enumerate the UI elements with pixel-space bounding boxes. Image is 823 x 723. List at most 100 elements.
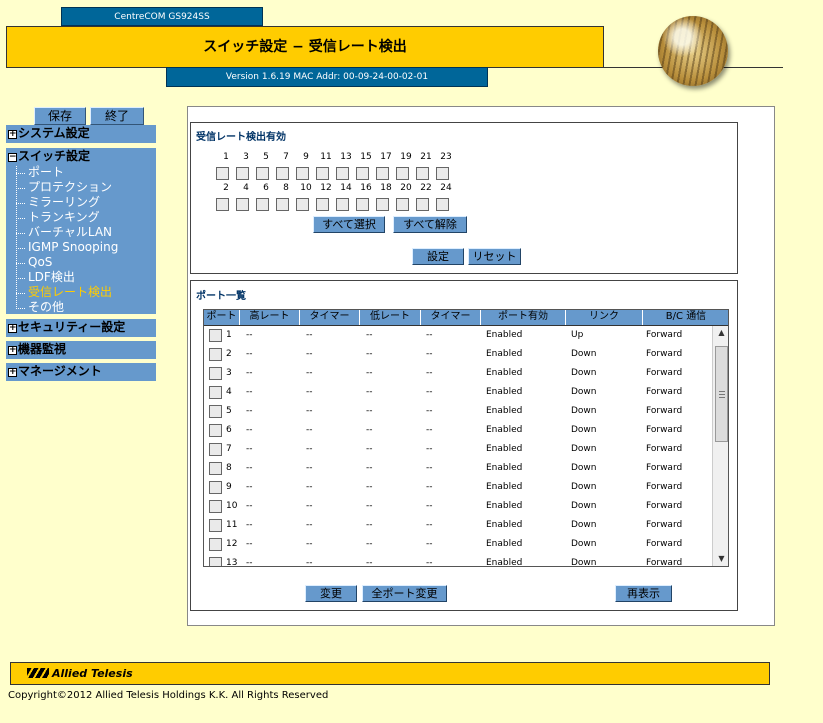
- row-checkbox[interactable]: [209, 481, 222, 494]
- port-number: 3: [243, 152, 249, 162]
- port-cell: 1: [226, 330, 232, 340]
- row-checkbox[interactable]: [209, 557, 222, 566]
- table-row: 8 -- -- -- -- Enabled Down Forward: [204, 460, 712, 479]
- nav-item-trunking[interactable]: トランキング: [6, 210, 156, 225]
- deselect-all-button[interactable]: すべて解除: [393, 216, 467, 233]
- row-checkbox[interactable]: [209, 443, 222, 456]
- timer-cell: --: [306, 482, 313, 492]
- nav-security-settings[interactable]: +セキュリティー設定: [6, 319, 156, 337]
- link-cell: Down: [571, 406, 597, 416]
- port-checkbox[interactable]: [356, 198, 369, 211]
- row-checkbox[interactable]: [209, 386, 222, 399]
- timer-cell: --: [426, 368, 433, 378]
- port-checkbox[interactable]: [316, 198, 329, 211]
- nav-item-other[interactable]: その他: [6, 300, 156, 315]
- row-checkbox[interactable]: [209, 538, 222, 551]
- scroll-thumb[interactable]: [715, 346, 728, 442]
- nav-item-igmp-snooping[interactable]: IGMP Snooping: [6, 240, 156, 255]
- nav-item-ldf[interactable]: LDF検出: [6, 270, 156, 285]
- row-checkbox[interactable]: [209, 329, 222, 342]
- row-checkbox[interactable]: [209, 405, 222, 418]
- nav-item-protection[interactable]: プロテクション: [6, 180, 156, 195]
- link-cell: Down: [571, 444, 597, 454]
- port-checkbox[interactable]: [396, 198, 409, 211]
- port-cell: 4: [226, 387, 232, 397]
- port-number: 18: [380, 183, 392, 193]
- port-number: 17: [380, 152, 392, 162]
- port-enabled-cell: Enabled: [486, 558, 523, 567]
- nav-item-vlan[interactable]: バーチャルLAN: [6, 225, 156, 240]
- port-checkbox[interactable]: [336, 167, 349, 180]
- nav-device-monitor[interactable]: +機器監視: [6, 341, 156, 359]
- timer-cell: --: [426, 425, 433, 435]
- port-checkbox[interactable]: [436, 167, 449, 180]
- port-checkbox[interactable]: [276, 198, 289, 211]
- nav-item-rate-detection[interactable]: 受信レート検出: [6, 285, 156, 300]
- row-checkbox[interactable]: [209, 500, 222, 513]
- port-checkbox[interactable]: [296, 198, 309, 211]
- table-scrollbar[interactable]: ▲ ▼: [712, 326, 728, 566]
- port-checkbox[interactable]: [256, 198, 269, 211]
- port-checkbox[interactable]: [336, 198, 349, 211]
- high-rate-cell: --: [246, 444, 253, 454]
- reset-button[interactable]: リセット: [468, 248, 521, 265]
- port-checkbox[interactable]: [236, 167, 249, 180]
- scroll-down-icon[interactable]: ▼: [713, 552, 728, 566]
- nav-management[interactable]: +マネージメント: [6, 363, 156, 381]
- port-checkbox[interactable]: [376, 198, 389, 211]
- port-checkbox[interactable]: [376, 167, 389, 180]
- timer-cell: --: [306, 539, 313, 549]
- port-number: 9: [303, 152, 309, 162]
- scroll-up-icon[interactable]: ▲: [713, 326, 728, 340]
- port-checkbox[interactable]: [316, 167, 329, 180]
- row-checkbox[interactable]: [209, 462, 222, 475]
- select-all-button[interactable]: すべて選択: [313, 216, 385, 233]
- nav-item-port[interactable]: ポート: [6, 165, 156, 180]
- port-checkbox[interactable]: [216, 198, 229, 211]
- row-checkbox[interactable]: [209, 348, 222, 361]
- port-number: 22: [420, 183, 432, 193]
- save-button[interactable]: 保存: [34, 107, 86, 125]
- table-row: 2 -- -- -- -- Enabled Down Forward: [204, 346, 712, 365]
- row-checkbox[interactable]: [209, 519, 222, 532]
- bc-cell: Forward: [646, 501, 683, 511]
- nav-system-settings[interactable]: +システム設定: [6, 125, 156, 143]
- exit-button[interactable]: 終了: [90, 107, 144, 125]
- change-all-ports-button[interactable]: 全ポート変更: [362, 585, 447, 602]
- low-rate-cell: --: [366, 349, 373, 359]
- refresh-button[interactable]: 再表示: [615, 585, 672, 602]
- port-number: 14: [340, 183, 352, 193]
- port-checkbox[interactable]: [276, 167, 289, 180]
- port-checkbox[interactable]: [436, 198, 449, 211]
- timer-cell: --: [306, 368, 313, 378]
- port-checkbox[interactable]: [356, 167, 369, 180]
- timer-cell: --: [306, 501, 313, 511]
- column-header: リンク: [566, 310, 643, 325]
- row-checkbox[interactable]: [209, 367, 222, 380]
- nav-security-label: セキュリティー設定: [18, 320, 126, 334]
- expand-icon: +: [8, 345, 17, 355]
- port-checkbox[interactable]: [416, 167, 429, 180]
- port-enabled-cell: Enabled: [486, 330, 523, 340]
- nav-item-qos[interactable]: QoS: [6, 255, 156, 270]
- port-cell: 5: [226, 406, 232, 416]
- port-checkbox[interactable]: [416, 198, 429, 211]
- timer-cell: --: [426, 387, 433, 397]
- port-checkbox[interactable]: [216, 167, 229, 180]
- high-rate-cell: --: [246, 425, 253, 435]
- row-checkbox[interactable]: [209, 424, 222, 437]
- port-checkbox[interactable]: [236, 198, 249, 211]
- model-name: CentreCOM GS924SS: [61, 7, 263, 26]
- nav-item-mirroring[interactable]: ミラーリング: [6, 195, 156, 210]
- nav-switch-header[interactable]: −スイッチ設定: [6, 148, 156, 165]
- change-button[interactable]: 変更: [305, 585, 357, 602]
- apply-button[interactable]: 設定: [412, 248, 464, 265]
- port-checkbox[interactable]: [296, 167, 309, 180]
- footer-bar: Allied Telesis: [10, 662, 770, 685]
- port-enabled-cell: Enabled: [486, 349, 523, 359]
- port-checkbox[interactable]: [396, 167, 409, 180]
- collapse-icon: −: [8, 152, 17, 162]
- port-checkbox[interactable]: [256, 167, 269, 180]
- grip-icon: [719, 391, 725, 398]
- logo-mark-icon: [27, 668, 49, 678]
